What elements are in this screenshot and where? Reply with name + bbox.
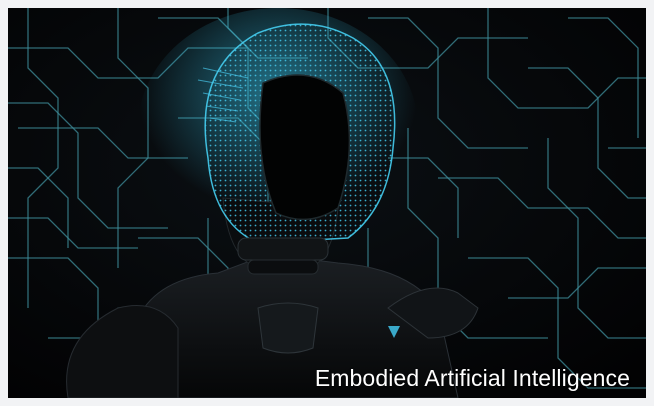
robot-head-wireframe-icon bbox=[8, 8, 646, 398]
hero-image-card[interactable]: Embodied Artificial Intelligence bbox=[8, 8, 646, 398]
image-caption: Embodied Artificial Intelligence bbox=[314, 365, 630, 391]
